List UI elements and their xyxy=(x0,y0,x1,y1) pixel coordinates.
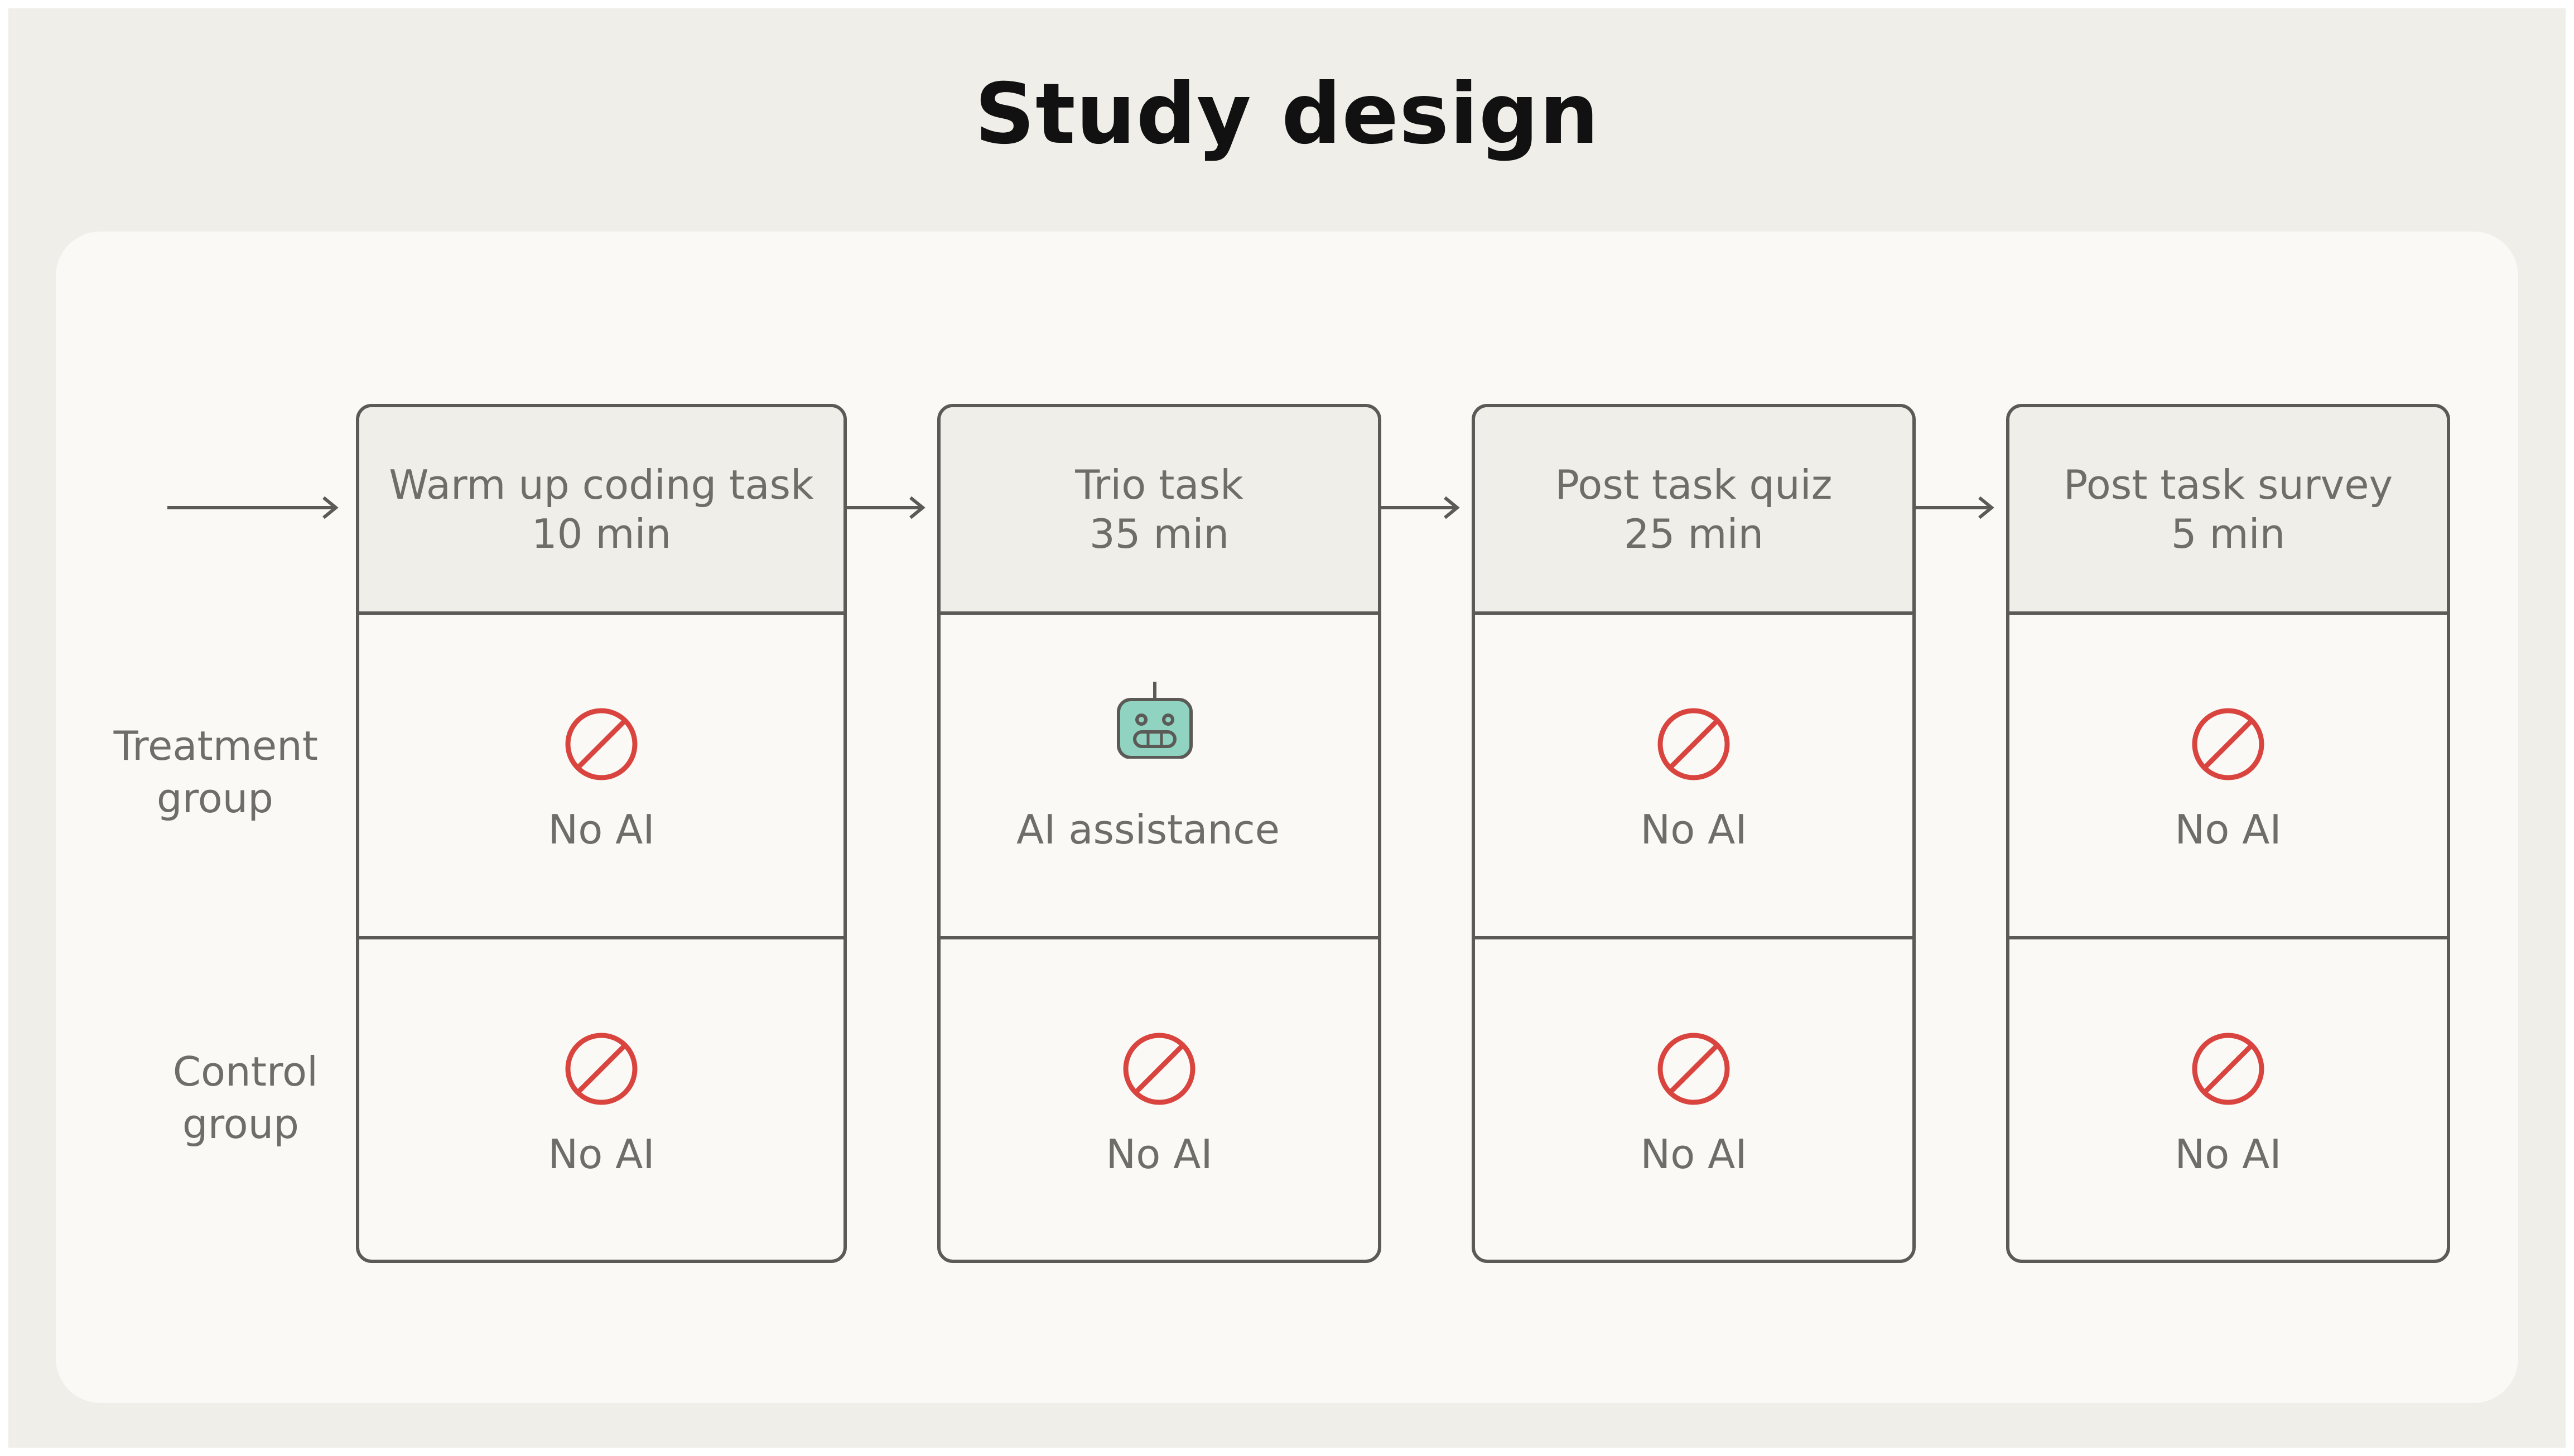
stage-name: Warm up coding task xyxy=(389,461,814,508)
stage-header: Warm up coding task 10 min xyxy=(359,407,843,615)
control-cell: No AI xyxy=(2009,939,2447,1260)
no-ai-icon xyxy=(2192,708,2264,780)
cell-label: No AI xyxy=(2175,806,2282,853)
cell-label: AI assistance xyxy=(1016,806,1280,853)
stage-name: Post task survey xyxy=(2063,461,2393,508)
stage-duration: 10 min xyxy=(531,510,672,557)
cell-label: No AI xyxy=(1106,1131,1213,1178)
treatment-cell: AI assistance xyxy=(941,615,1378,939)
flow-arrow-1 xyxy=(847,496,926,519)
treatment-label-line2: group xyxy=(156,775,273,822)
no-ai-icon xyxy=(1657,1033,1730,1105)
stage-warm-up-coding-task: Warm up coding task 10 min No AI No AI xyxy=(356,404,847,1263)
stage-post-task-survey: Post task survey 5 min No AI No AI xyxy=(2006,404,2450,1263)
treatment-cell: No AI xyxy=(2009,615,2447,939)
control-group-label: Control group xyxy=(84,1045,318,1150)
flow-arrow-3 xyxy=(1916,496,1994,519)
treatment-cell: No AI xyxy=(359,615,843,939)
stage-duration: 35 min xyxy=(1089,510,1230,557)
stage-name: Post task quiz xyxy=(1555,461,1833,508)
stage-name: Trio task xyxy=(1075,461,1243,508)
stage-header: Post task survey 5 min xyxy=(2009,407,2447,615)
no-ai-icon xyxy=(565,708,638,780)
control-cell: No AI xyxy=(359,939,843,1260)
diagram-title: Study design xyxy=(975,66,1599,163)
no-ai-icon xyxy=(1123,1033,1196,1105)
stage-duration: 25 min xyxy=(1623,510,1764,557)
stage-header: Trio task 35 min xyxy=(941,407,1378,615)
control-label-line2: group xyxy=(182,1101,299,1148)
treatment-cell: No AI xyxy=(1475,615,1912,939)
control-label-line1: Control xyxy=(172,1048,318,1095)
control-cell: No AI xyxy=(1475,939,1912,1260)
no-ai-icon xyxy=(2192,1033,2264,1105)
stage-trio-task: Trio task 35 min AI assistance No AI xyxy=(937,404,1381,1263)
no-ai-icon xyxy=(565,1033,638,1105)
entry-arrow xyxy=(167,496,339,519)
robot-icon xyxy=(1117,682,1193,759)
cell-label: No AI xyxy=(548,806,655,853)
control-cell: No AI xyxy=(941,939,1378,1260)
treatment-label-line1: Treatment xyxy=(113,722,318,769)
cell-label: No AI xyxy=(2175,1131,2282,1178)
stage-duration: 5 min xyxy=(2171,510,2286,557)
stage-post-task-quiz: Post task quiz 25 min No AI No AI xyxy=(1472,404,1916,1263)
cell-label: No AI xyxy=(1640,1131,1747,1178)
treatment-group-label: Treatment group xyxy=(84,720,318,825)
no-ai-icon xyxy=(1657,708,1730,780)
flow-arrow-2 xyxy=(1381,496,1460,519)
cell-label: No AI xyxy=(548,1131,655,1178)
stage-header: Post task quiz 25 min xyxy=(1475,407,1912,615)
cell-label: No AI xyxy=(1640,806,1747,853)
